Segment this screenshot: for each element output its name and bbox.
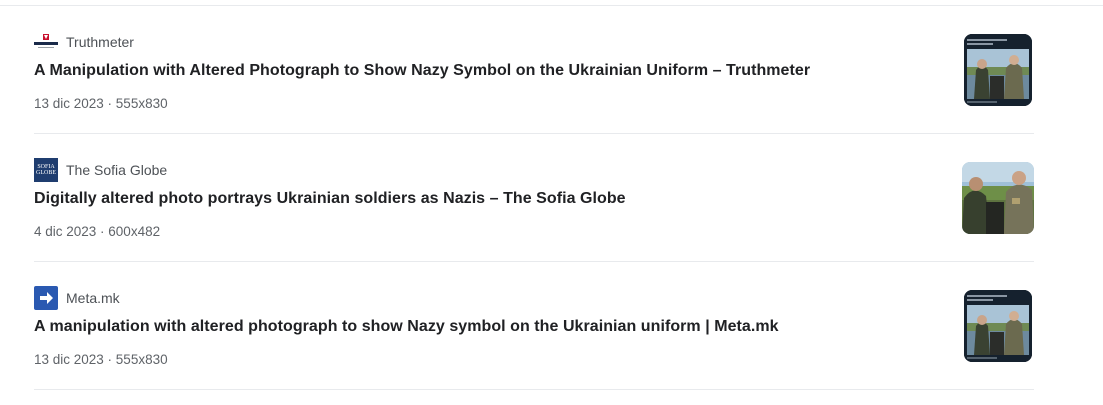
- result-thumbnail[interactable]: [964, 290, 1032, 362]
- result-thumbnail[interactable]: [964, 34, 1032, 106]
- result-source[interactable]: Meta.mk: [34, 286, 120, 310]
- sofia-globe-logo-icon: SOFIA GLOBE: [34, 158, 58, 182]
- meta-mk-arrow-icon: [34, 286, 58, 310]
- result-thumbnail[interactable]: [962, 162, 1034, 234]
- source-name: Truthmeter: [66, 34, 134, 50]
- result-item[interactable]: Meta.mk A manipulation with altered phot…: [34, 262, 1034, 390]
- result-source[interactable]: Truthmeter: [34, 30, 134, 54]
- result-meta: 4 dic 2023 · 600x482: [34, 224, 161, 239]
- source-name: Meta.mk: [66, 290, 120, 306]
- result-item[interactable]: SOFIA GLOBE The Sofia Globe Digitally al…: [34, 134, 1034, 262]
- result-title-link[interactable]: A manipulation with altered photograph t…: [34, 316, 779, 338]
- result-item[interactable]: Truthmeter A Manipulation with Altered P…: [34, 6, 1034, 134]
- result-meta: 13 dic 2023 · 555x830: [34, 96, 168, 111]
- image-results-list: Truthmeter A Manipulation with Altered P…: [34, 6, 1034, 390]
- result-title-link[interactable]: Digitally altered photo portrays Ukraini…: [34, 188, 626, 210]
- source-name: The Sofia Globe: [66, 162, 168, 178]
- result-title-link[interactable]: A Manipulation with Altered Photograph t…: [34, 60, 810, 82]
- sofia-logo-line-2: GLOBE: [36, 170, 56, 176]
- result-meta: 13 dic 2023 · 555x830: [34, 352, 168, 367]
- result-source[interactable]: SOFIA GLOBE The Sofia Globe: [34, 158, 167, 182]
- truthmeter-logo-icon: [34, 30, 58, 54]
